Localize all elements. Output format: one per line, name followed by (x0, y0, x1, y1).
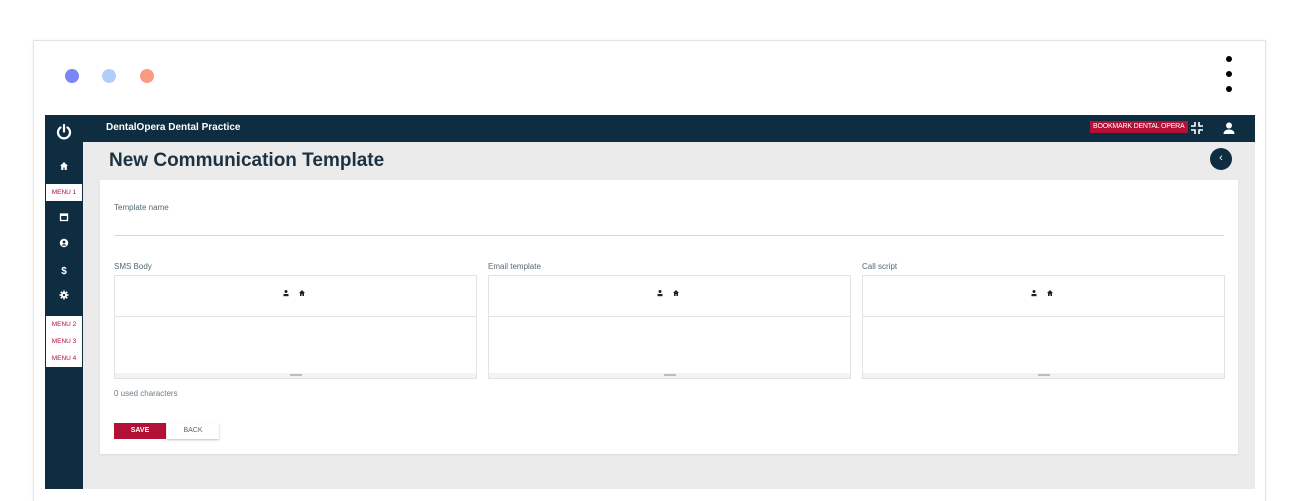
sidebar-item-menu-1[interactable]: MENU 1 (46, 184, 82, 201)
home-insert-icon[interactable] (670, 289, 682, 301)
app-frame: DentalOpera Dental Practice BOOKMARK DEN… (45, 115, 1255, 489)
calendar-icon[interactable] (56, 212, 72, 228)
home-icon[interactable] (56, 161, 72, 177)
sidebar-menu-group-2: MENU 2 MENU 3 MENU 4 (46, 316, 82, 367)
kebab-menu-icon[interactable] (1224, 56, 1234, 100)
template-form: Template name SMS Body Email template Ca… (100, 180, 1238, 454)
window-dot-3 (140, 69, 154, 83)
page-title: New Communication Template (109, 150, 385, 171)
user-insert-icon[interactable] (1028, 289, 1040, 301)
window-dot-2 (102, 69, 116, 83)
home-insert-icon[interactable] (296, 289, 308, 301)
sidebar-menu-group-1: MENU 1 (46, 184, 82, 201)
sidebar: MENU 1 $ MENU 2 MENU 3 MENU 4 (45, 115, 83, 489)
chevron-left-icon[interactable]: ‹ (1210, 148, 1232, 170)
sidebar-item-menu-3[interactable]: MENU 3 (46, 333, 82, 350)
email-template-label: Email template (488, 262, 541, 271)
back-button[interactable]: BACK (167, 423, 219, 439)
gear-icon[interactable] (56, 290, 72, 306)
power-icon[interactable] (55, 123, 73, 141)
sidebar-item-menu-2[interactable]: MENU 2 (46, 316, 82, 333)
template-name-label: Template name (114, 203, 169, 212)
resize-handle[interactable] (863, 373, 1224, 378)
compress-icon[interactable] (1189, 120, 1205, 136)
resize-handle[interactable] (489, 373, 850, 378)
email-template-editor[interactable] (488, 275, 851, 379)
call-script-label: Call script (862, 262, 898, 271)
sms-body-editor[interactable] (114, 275, 477, 379)
window-dot-1 (65, 69, 79, 83)
sms-body-label: SMS Body (114, 262, 152, 271)
call-script-editor[interactable] (862, 275, 1225, 379)
dollar-icon[interactable]: $ (56, 264, 72, 280)
editor-toolbar (863, 276, 1224, 317)
sidebar-item-menu-4[interactable]: MENU 4 (46, 350, 82, 367)
user-insert-icon[interactable] (654, 289, 666, 301)
account-icon[interactable] (56, 238, 72, 254)
app-title: DentalOpera Dental Practice (106, 122, 241, 133)
user-insert-icon[interactable] (280, 289, 292, 301)
bookmark-button[interactable]: BOOKMARK DENTAL OPERA (1090, 121, 1188, 133)
top-bar: DentalOpera Dental Practice BOOKMARK DEN… (45, 115, 1255, 142)
home-insert-icon[interactable] (1044, 289, 1056, 301)
character-counter: 0 used characters (114, 389, 178, 398)
template-name-input[interactable] (114, 235, 1224, 236)
editor-toolbar (115, 276, 476, 317)
resize-handle[interactable] (115, 373, 476, 378)
editor-toolbar (489, 276, 850, 317)
save-button[interactable]: SAVE (114, 423, 166, 439)
user-icon[interactable] (1221, 120, 1237, 136)
